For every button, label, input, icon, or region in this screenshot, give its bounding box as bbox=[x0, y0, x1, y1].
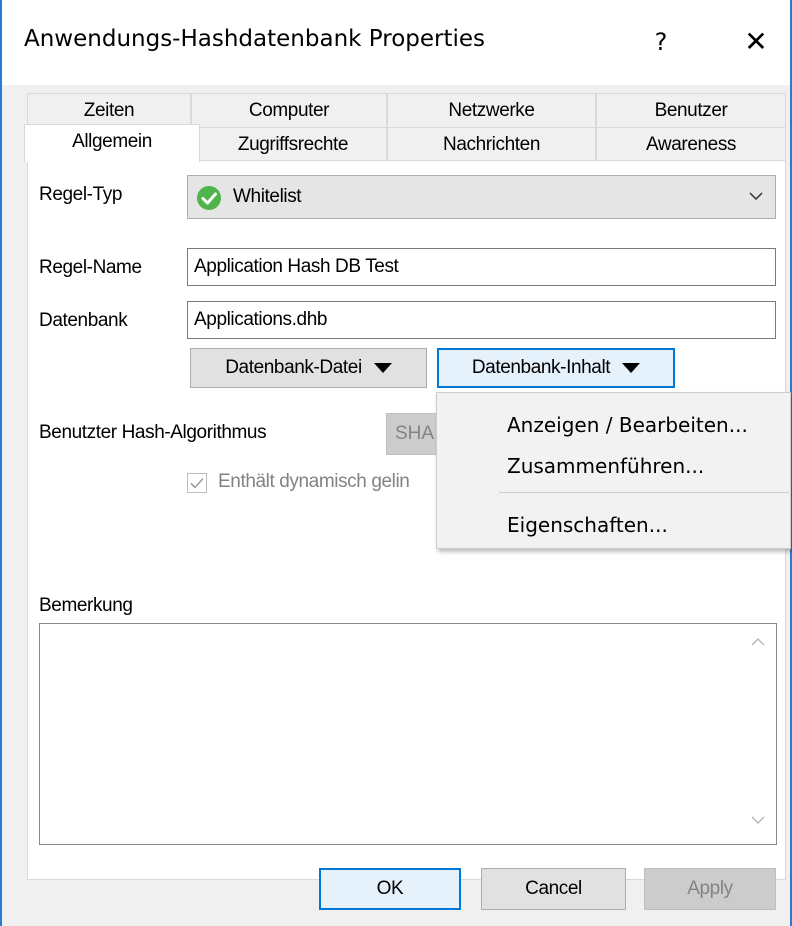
dynamic-checkbox[interactable] bbox=[187, 473, 207, 493]
menu-item-properties[interactable]: Eigenschaften... bbox=[507, 513, 668, 537]
apply-button[interactable]: Apply bbox=[644, 868, 776, 910]
remarks-label: Bemerkung bbox=[39, 595, 133, 616]
dropdown-arrow-icon bbox=[622, 362, 641, 373]
tab-computer[interactable]: Computer bbox=[191, 93, 387, 127]
database-file-button[interactable]: Datenbank-Datei bbox=[190, 348, 427, 388]
check-circle-icon bbox=[197, 186, 221, 210]
tab-netzwerke[interactable]: Netzwerke bbox=[387, 93, 596, 127]
chevron-down-icon[interactable] bbox=[748, 186, 764, 206]
tab-awareness[interactable]: Awareness bbox=[596, 127, 786, 161]
dropdown-arrow-icon bbox=[373, 362, 392, 373]
ok-button[interactable]: OK bbox=[319, 868, 461, 910]
scroll-down-icon[interactable] bbox=[746, 808, 770, 832]
database-content-button[interactable]: Datenbank-Inhalt bbox=[437, 348, 675, 388]
scroll-up-icon[interactable] bbox=[746, 630, 770, 654]
menu-separator bbox=[499, 492, 789, 493]
window-title: Anwendungs-Hashdatenbank Properties bbox=[24, 26, 486, 52]
remarks-textarea[interactable] bbox=[39, 623, 777, 845]
database-input[interactable]: Applications.dhb bbox=[187, 301, 776, 339]
help-button[interactable]: ? bbox=[636, 20, 686, 64]
rule-name-label: Regel-Name bbox=[39, 257, 142, 278]
menu-item-view-edit[interactable]: Anzeigen / Bearbeiten... bbox=[507, 413, 748, 437]
tab-nachrichten[interactable]: Nachrichten bbox=[387, 127, 596, 161]
dynamic-checkbox-label: Enthält dynamisch gelin bbox=[218, 471, 410, 492]
tab-zugriffsrechte[interactable]: Zugriffsrechte bbox=[199, 127, 387, 161]
rule-type-label: Regel-Typ bbox=[39, 184, 122, 205]
rule-name-input[interactable]: Application Hash DB Test bbox=[187, 248, 776, 286]
rule-type-value: Whitelist bbox=[233, 186, 302, 207]
database-file-button-label: Datenbank-Datei bbox=[225, 357, 362, 378]
hash-algorithm-label: Benutzter Hash-Algorithmus bbox=[39, 422, 267, 443]
database-content-button-label: Datenbank-Inhalt bbox=[471, 357, 611, 378]
tab-allgemein[interactable]: Allgemein bbox=[24, 124, 200, 162]
cancel-button[interactable]: Cancel bbox=[481, 868, 626, 910]
database-content-menu: Anzeigen / Bearbeiten... Zusammenführen.… bbox=[436, 392, 791, 549]
tab-zeiten[interactable]: Zeiten bbox=[27, 93, 191, 127]
tab-benutzer[interactable]: Benutzer bbox=[596, 93, 786, 127]
database-label: Datenbank bbox=[39, 310, 128, 331]
close-button[interactable]: ✕ bbox=[728, 20, 784, 64]
menu-item-merge[interactable]: Zusammenführen... bbox=[507, 454, 704, 478]
